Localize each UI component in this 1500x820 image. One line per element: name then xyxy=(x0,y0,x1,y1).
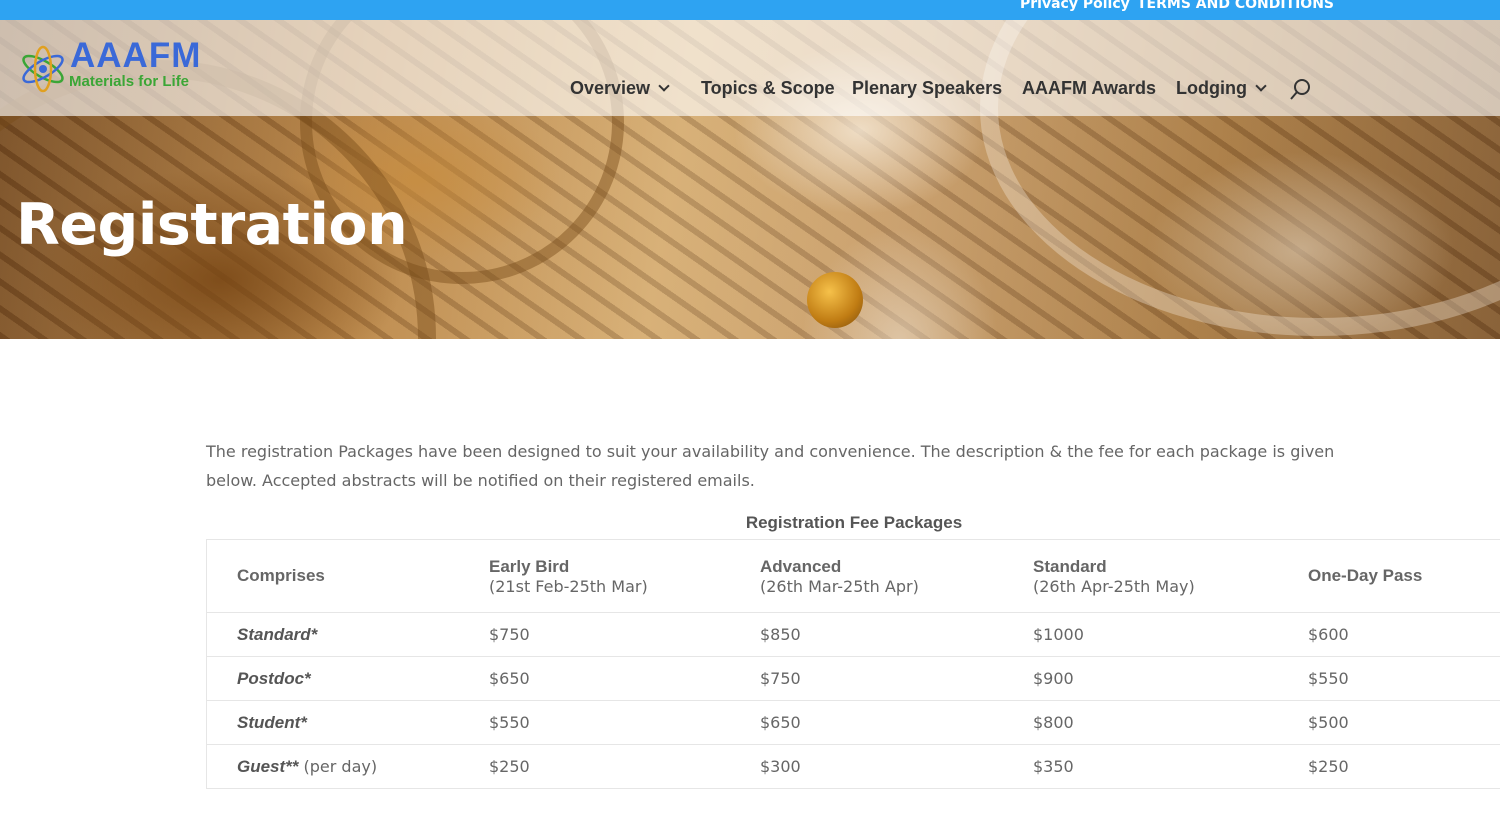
nav-plenary-speakers[interactable]: Plenary Speakers xyxy=(852,78,1002,99)
chevron-down-icon xyxy=(658,80,670,92)
column-header: Standard (26th Apr-25th May) xyxy=(1003,539,1278,613)
fee-cell: $250 xyxy=(459,744,730,789)
table-header-row: Comprises Early Bird (21st Feb-25th Mar) … xyxy=(206,539,1500,613)
nav-overview-label: Overview xyxy=(570,78,651,98)
intro-paragraph: The registration Packages have been desi… xyxy=(206,442,1335,490)
table-row: Guest** (per day) $250 $300 $350 $250 xyxy=(206,744,1500,789)
row-label-cell: Standard* xyxy=(206,612,459,657)
fee-cell: $800 xyxy=(1003,700,1278,745)
table-caption: Registration Fee Packages xyxy=(745,513,963,532)
fee-cell: $300 xyxy=(730,744,1003,789)
row-label-cell: Guest** (per day) xyxy=(206,744,459,789)
terms-and-conditions-link[interactable]: TERMS AND CONDITIONS xyxy=(1137,0,1334,12)
page-title: Registration xyxy=(16,192,408,258)
fee-cell: $350 xyxy=(1003,744,1278,789)
golden-orb-decoration xyxy=(807,272,863,328)
site-header: AAAFM Materials for Life Overview Topics… xyxy=(0,20,1500,116)
chevron-down-icon xyxy=(1255,80,1267,92)
logo-brand-text: AAAFM xyxy=(70,36,202,75)
fee-cell: $750 xyxy=(459,612,730,657)
row-label-cell: Postdoc* xyxy=(206,656,459,701)
fee-cell: $250 xyxy=(1278,744,1500,789)
nav-lodging-label: Lodging xyxy=(1176,78,1247,98)
registration-fee-table: Comprises Early Bird (21st Feb-25th Mar) … xyxy=(206,539,1500,789)
column-header: Early Bird (21st Feb-25th Mar) xyxy=(459,539,730,613)
nav-aaafm-awards[interactable]: AAAFM Awards xyxy=(1022,78,1156,99)
nav-topics-scope[interactable]: Topics & Scope xyxy=(701,78,835,99)
fee-cell: $650 xyxy=(459,656,730,701)
fee-cell: $650 xyxy=(730,700,1003,745)
column-header: One-Day Pass xyxy=(1278,539,1500,613)
privacy-policy-link[interactable]: Privacy Policy xyxy=(1020,0,1130,12)
column-header: Advanced (26th Mar-25th Apr) xyxy=(730,539,1003,613)
fee-cell: $550 xyxy=(1278,656,1500,701)
row-label-cell: Student* xyxy=(206,700,459,745)
aaafm-logo[interactable]: AAAFM Materials for Life xyxy=(18,36,208,96)
column-header: Comprises xyxy=(206,539,459,613)
fee-cell: $500 xyxy=(1278,700,1500,745)
table-row: Standard* $750 $850 $1000 $600 xyxy=(206,612,1500,657)
fee-cell: $600 xyxy=(1278,612,1500,657)
nav-lodging[interactable]: Lodging xyxy=(1176,78,1267,99)
table-row: Postdoc* $650 $750 $900 $550 xyxy=(206,656,1500,701)
search-icon[interactable] xyxy=(1290,78,1312,100)
fee-cell: $550 xyxy=(459,700,730,745)
fee-cell: $750 xyxy=(730,656,1003,701)
top-utility-bar: Privacy Policy TERMS AND CONDITIONS xyxy=(0,0,1500,20)
logo-tagline: Materials for Life xyxy=(69,73,190,90)
fee-cell: $900 xyxy=(1003,656,1278,701)
atom-logo-icon xyxy=(22,45,64,93)
nav-overview[interactable]: Overview xyxy=(570,78,670,99)
fee-cell: $1000 xyxy=(1003,612,1278,657)
table-row: Student* $550 $650 $800 $500 xyxy=(206,700,1500,745)
fee-cell: $850 xyxy=(730,612,1003,657)
